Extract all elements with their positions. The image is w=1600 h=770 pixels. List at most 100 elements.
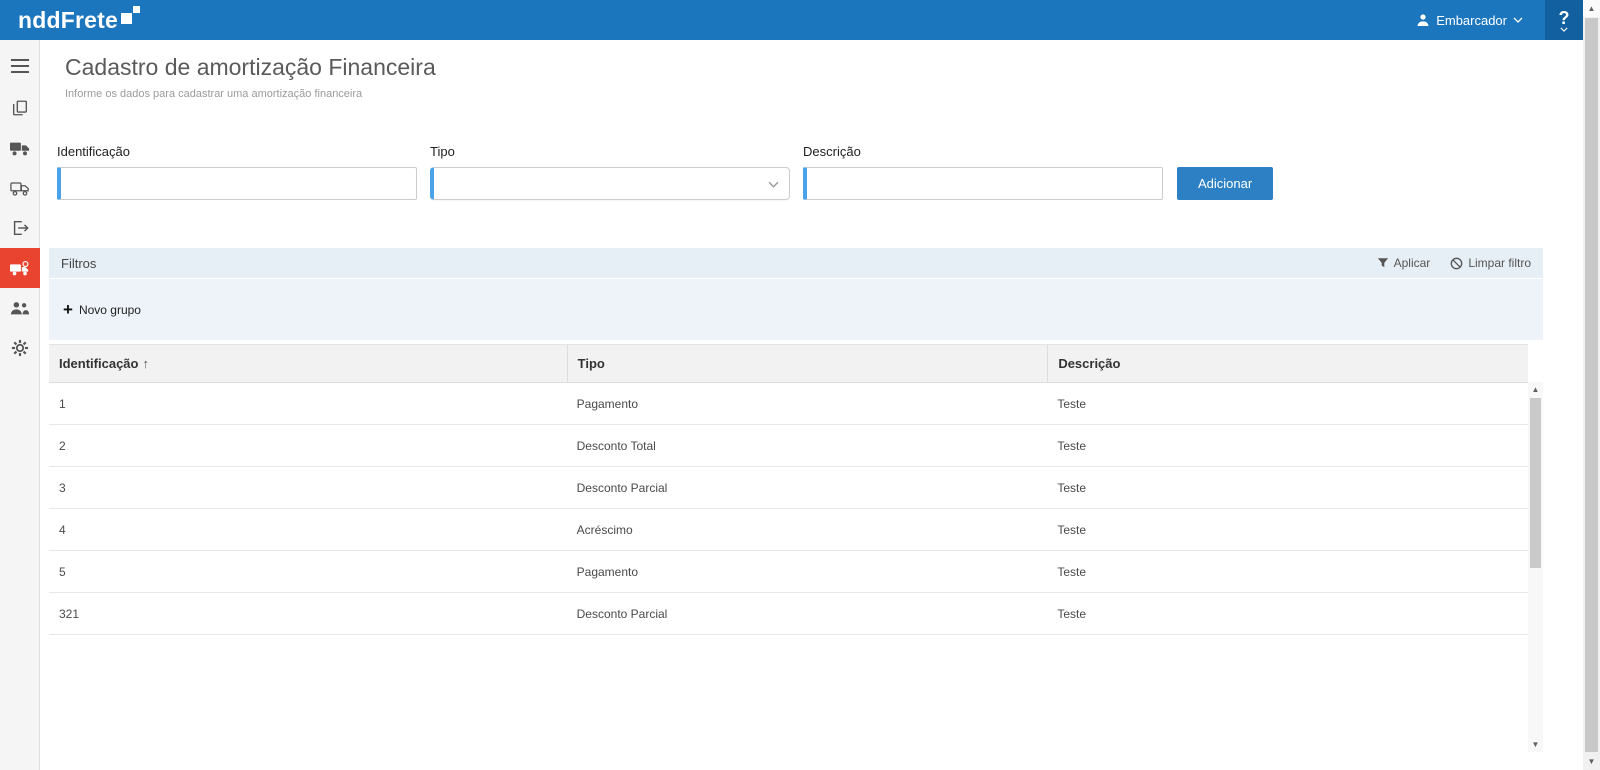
sidebar-item-menu[interactable] [0, 46, 40, 86]
column-header-label: Descrição [1058, 356, 1120, 371]
sidebar-item-truck-document[interactable] [0, 168, 40, 208]
brand-logo[interactable]: nddFrete [18, 5, 141, 35]
apply-filter-label: Aplicar [1394, 256, 1431, 270]
page-header: Cadastro de amortização Financeira Infor… [41, 40, 1583, 100]
table-row[interactable]: 4 Acréscimo Teste [49, 509, 1528, 551]
table-row[interactable]: 1 Pagamento Teste [49, 383, 1528, 425]
clear-filter-label: Limpar filtro [1468, 256, 1531, 270]
column-header-label: Tipo [578, 356, 605, 371]
cell-descricao: Teste [1047, 467, 1528, 508]
sidebar-nav [0, 40, 40, 770]
truck-document-icon [10, 180, 30, 197]
users-icon [10, 300, 30, 316]
sidebar-item-users[interactable] [0, 288, 40, 328]
page-subtitle: Informe os dados para cadastrar uma amor… [65, 88, 1559, 100]
chevron-down-icon [1513, 17, 1523, 23]
scroll-up-arrow-icon[interactable]: ▲ [1528, 382, 1543, 397]
table-row[interactable]: 5 Pagamento Teste [49, 551, 1528, 593]
brand-squares-icon [121, 6, 141, 26]
funnel-icon [1377, 257, 1389, 269]
table-header-row: Identificação ↑ Tipo Descrição [49, 344, 1528, 383]
block-circle-icon [1450, 257, 1463, 270]
filters-actions: Aplicar Limpar filtro [1377, 256, 1531, 270]
export-icon [11, 219, 29, 237]
help-button[interactable]: ? [1545, 0, 1583, 40]
menu-icon [11, 59, 29, 73]
chevron-down-icon [1560, 27, 1568, 32]
main-area: Cadastro de amortização Financeira Infor… [41, 40, 1583, 770]
cell-tipo: Desconto Parcial [567, 593, 1048, 634]
cell-identificacao: 2 [49, 425, 567, 466]
field-tipo: Tipo [430, 144, 790, 200]
pages-icon [11, 99, 29, 117]
scroll-down-arrow-icon[interactable]: ▼ [1528, 737, 1543, 752]
user-menu-label: Embarcador [1436, 13, 1507, 28]
table-scrollbar[interactable]: ▲ ▼ [1528, 382, 1543, 752]
table-row[interactable]: 321 Desconto Parcial Teste [49, 593, 1528, 635]
sidebar-item-export[interactable] [0, 208, 40, 248]
truck-icon [10, 140, 30, 157]
tipo-select[interactable] [430, 167, 790, 200]
scroll-up-arrow-icon[interactable]: ▲ [1583, 0, 1600, 17]
field-descricao: Descrição [803, 144, 1163, 200]
user-menu[interactable]: Embarcador [1416, 13, 1523, 28]
identificacao-input[interactable] [57, 167, 417, 200]
cell-descricao: Teste [1047, 383, 1528, 424]
cell-descricao: Teste [1047, 551, 1528, 592]
app-screen: nddFrete Embarcador ? [0, 0, 1600, 770]
plus-icon: + [63, 303, 73, 317]
filter-group-row: + Novo grupo [49, 279, 1543, 340]
cell-tipo: Desconto Total [567, 425, 1048, 466]
user-icon [1416, 13, 1430, 27]
cell-tipo: Pagamento [567, 383, 1048, 424]
table-row[interactable]: 3 Desconto Parcial Teste [49, 467, 1528, 509]
adicionar-button[interactable]: Adicionar [1177, 167, 1273, 200]
results-table: Identificação ↑ Tipo Descrição 1 Pagamen… [49, 344, 1528, 635]
page-title: Cadastro de amortização Financeira [65, 52, 1559, 82]
filters-bar: Filtros Aplicar Limpar filtro [49, 248, 1543, 278]
cell-tipo: Pagamento [567, 551, 1048, 592]
cell-descricao: Teste [1047, 425, 1528, 466]
new-group-button[interactable]: + Novo grupo [63, 303, 141, 317]
top-bar: nddFrete Embarcador ? [0, 0, 1583, 40]
column-header-tipo[interactable]: Tipo [567, 345, 1048, 382]
freight-money-icon [10, 260, 30, 277]
cell-descricao: Teste [1047, 509, 1528, 550]
content: Identificação Tipo Descrição [49, 144, 1543, 635]
clear-filter-button[interactable]: Limpar filtro [1450, 256, 1531, 270]
descricao-label: Descrição [803, 144, 1163, 159]
page-scrollbar[interactable]: ▲ ▼ [1583, 0, 1600, 770]
column-header-label: Identificação [59, 356, 138, 371]
sidebar-item-settings[interactable] [0, 328, 40, 368]
apply-filter-button[interactable]: Aplicar [1377, 256, 1431, 270]
descricao-input[interactable] [803, 167, 1163, 200]
sidebar-item-pages[interactable] [0, 88, 40, 128]
cell-identificacao: 4 [49, 509, 567, 550]
filters-title: Filtros [61, 256, 96, 271]
table-body: 1 Pagamento Teste 2 Desconto Total Teste… [49, 383, 1528, 635]
column-header-identificacao[interactable]: Identificação ↑ [49, 345, 567, 382]
table-area: Identificação ↑ Tipo Descrição 1 Pagamen… [49, 344, 1543, 635]
scroll-down-arrow-icon[interactable]: ▼ [1583, 753, 1600, 770]
cell-identificacao: 1 [49, 383, 567, 424]
tipo-label: Tipo [430, 144, 790, 159]
field-identificacao: Identificação [57, 144, 417, 200]
sidebar-item-truck[interactable] [0, 128, 40, 168]
cell-tipo: Desconto Parcial [567, 467, 1048, 508]
help-question-mark: ? [1559, 9, 1570, 27]
brand-name: nddFrete [18, 5, 118, 35]
identificacao-label: Identificação [57, 144, 417, 159]
page-scrollbar-thumb[interactable] [1585, 18, 1598, 752]
cell-tipo: Acréscimo [567, 509, 1048, 550]
sort-ascending-icon: ↑ [142, 356, 149, 371]
chevron-down-icon [768, 181, 779, 188]
table-row[interactable]: 2 Desconto Total Teste [49, 425, 1528, 467]
cell-identificacao: 5 [49, 551, 567, 592]
new-group-label: Novo grupo [79, 303, 141, 317]
cell-identificacao: 321 [49, 593, 567, 634]
cell-descricao: Teste [1047, 593, 1528, 634]
cell-identificacao: 3 [49, 467, 567, 508]
column-header-descricao[interactable]: Descrição [1047, 345, 1528, 382]
table-scrollbar-thumb[interactable] [1530, 398, 1541, 568]
sidebar-item-freight-money[interactable] [0, 248, 40, 288]
